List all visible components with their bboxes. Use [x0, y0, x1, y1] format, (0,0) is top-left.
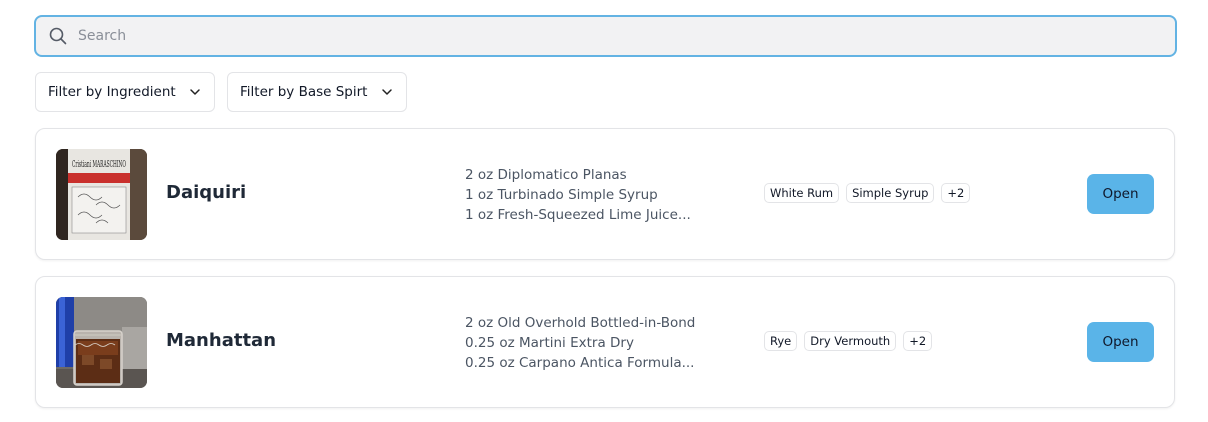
maraschino-bottle-image: Cristiani MARASCHINO	[56, 149, 147, 240]
search-icon	[49, 27, 67, 45]
chevron-down-icon	[382, 89, 392, 95]
search-bar[interactable]	[34, 15, 1177, 57]
cocktail-thumbnail	[56, 297, 147, 388]
cocktail-name: Manhattan	[166, 330, 277, 351]
cocktail-card: Cristiani MARASCHINO Daiquiri 2 oz Diplo…	[35, 128, 1175, 260]
tag-badge: Dry Vermouth	[804, 331, 897, 351]
cocktail-name: Daiquiri	[166, 182, 247, 203]
open-button[interactable]: Open	[1087, 322, 1154, 362]
cocktail-thumbnail: Cristiani MARASCHINO	[56, 149, 147, 240]
open-button[interactable]: Open	[1087, 174, 1154, 214]
chevron-down-icon	[190, 89, 200, 95]
ingredient-line: 2 oz Diplomatico Planas	[465, 167, 627, 183]
manhattan-glass-image	[56, 297, 147, 388]
ingredient-line: 0.25 oz Martini Extra Dry	[465, 335, 634, 351]
more-tags-badge: +2	[941, 183, 971, 203]
ingredient-line: 2 oz Old Overhold Bottled-in-Bond	[465, 315, 696, 331]
tag-badge: White Rum	[764, 183, 840, 203]
filter-by-base-spirit-dropdown[interactable]: Filter by Base Spirt	[227, 72, 407, 112]
tag-badge: Rye	[764, 331, 798, 351]
ingredient-line: 1 oz Fresh-Squeezed Lime Juice...	[465, 207, 691, 223]
ingredient-list: 2 oz Diplomatico Planas 1 oz Turbinado S…	[465, 165, 691, 225]
more-tags-badge: +2	[903, 331, 933, 351]
filter-base-spirit-label: Filter by Base Spirt	[240, 84, 368, 100]
filter-by-ingredient-dropdown[interactable]: Filter by Ingredient	[35, 72, 215, 112]
ingredient-list: 2 oz Old Overhold Bottled-in-Bond 0.25 o…	[465, 313, 695, 373]
ingredient-line: 1 oz Turbinado Simple Syrup	[465, 187, 658, 203]
tag-list: Rye Dry Vermouth +2	[764, 331, 933, 351]
filter-ingredient-label: Filter by Ingredient	[48, 84, 176, 100]
cocktail-card: Manhattan 2 oz Old Overhold Bottled-in-B…	[35, 276, 1175, 408]
search-input[interactable]	[78, 21, 1158, 51]
bottle-label-brand: Cristiani MARASCHINO	[72, 160, 126, 170]
tag-badge: Simple Syrup	[846, 183, 935, 203]
cocktail-list-page: Filter by Ingredient Filter by Base Spir…	[0, 0, 1208, 422]
ingredient-line: 0.25 oz Carpano Antica Formula...	[465, 355, 695, 371]
tag-list: White Rum Simple Syrup +2	[764, 183, 971, 203]
